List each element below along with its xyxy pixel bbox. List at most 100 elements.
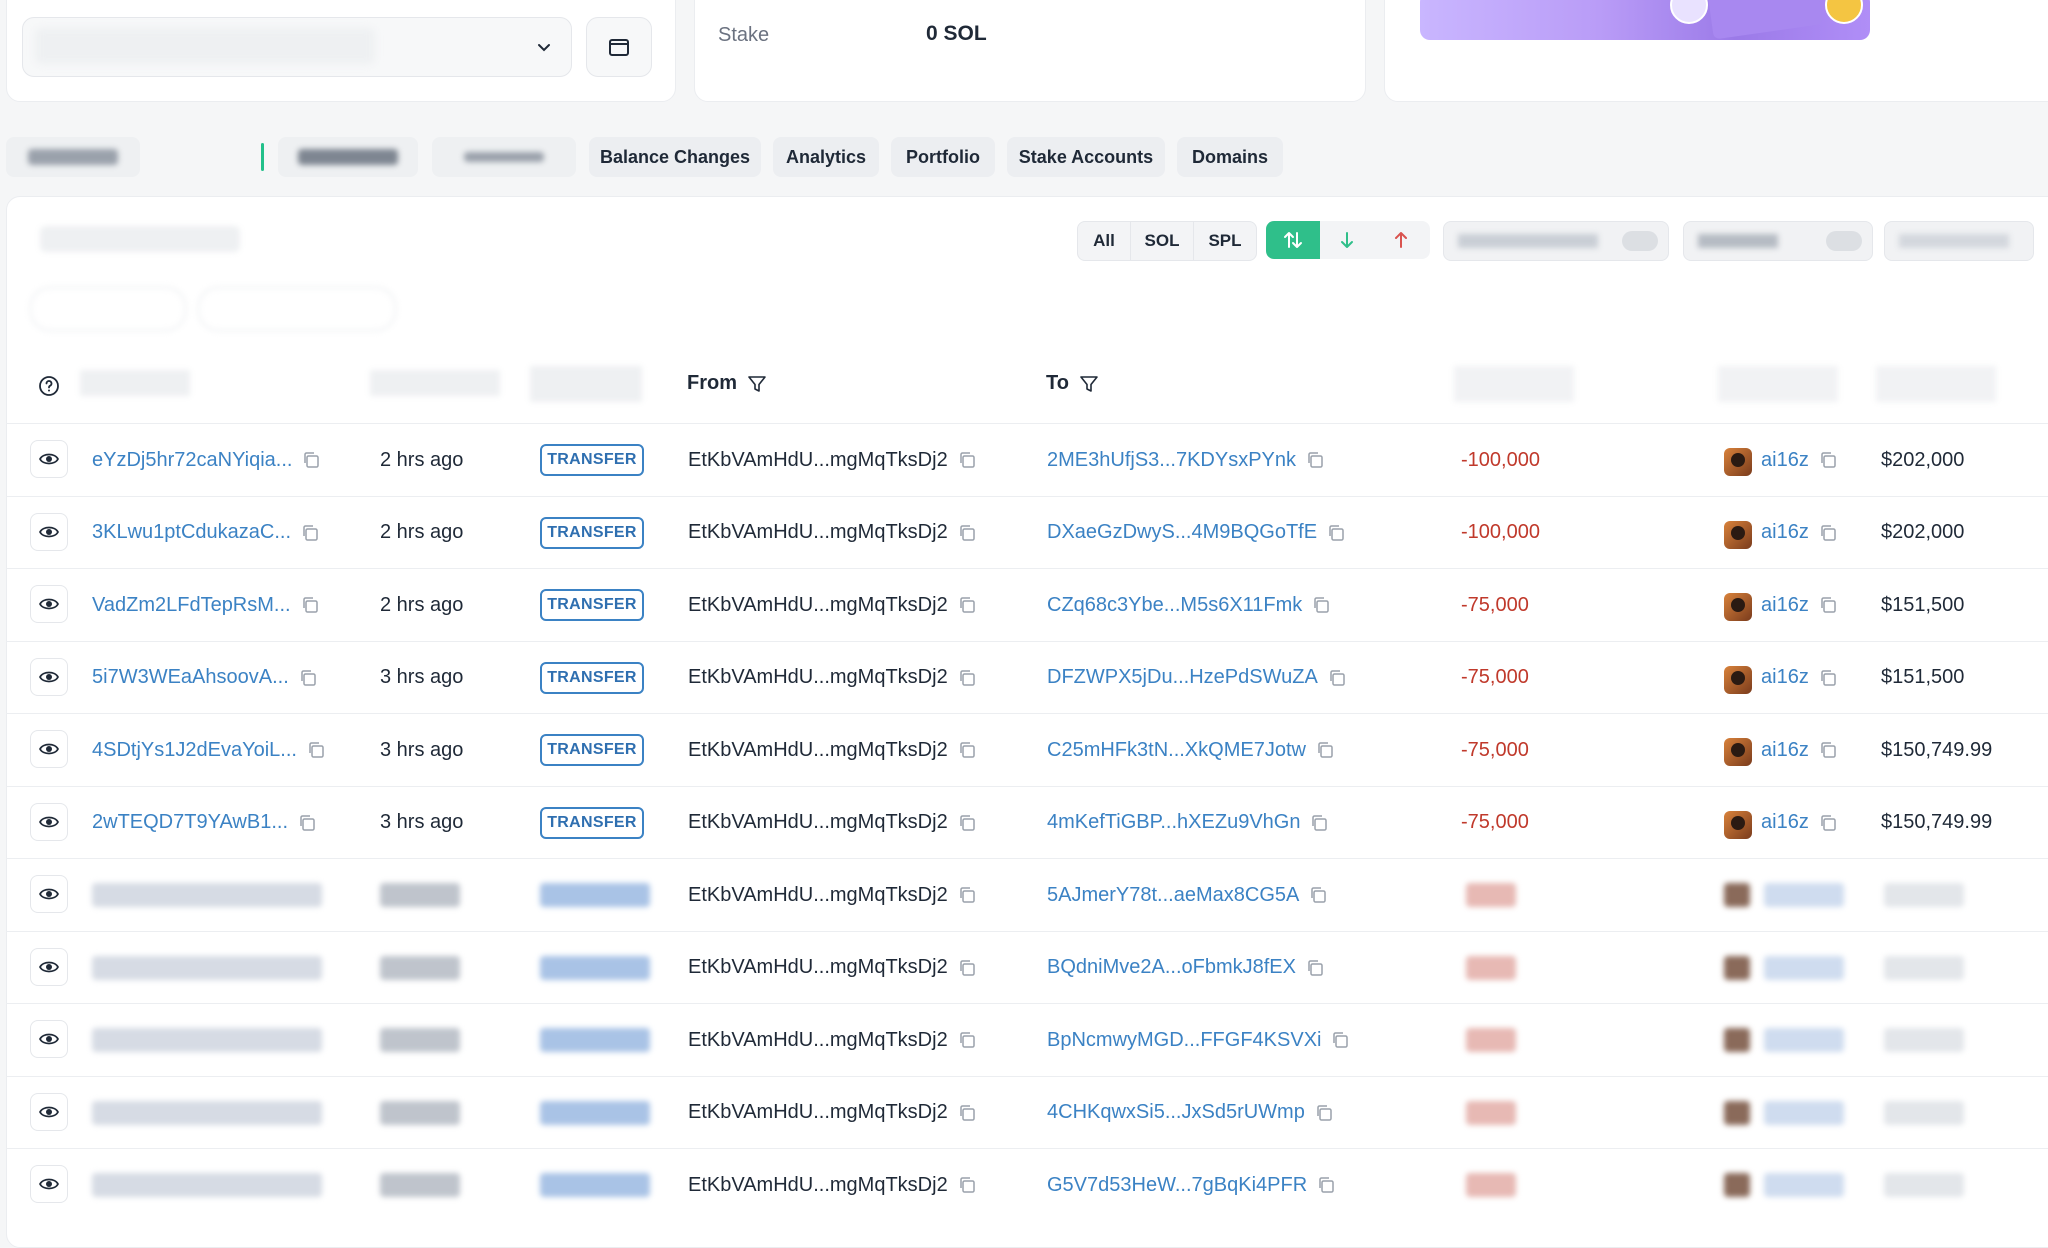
table-row[interactable]: EtKbVAmHdU...mgMqTksDj2 4CHKqwxSi5...JxSd… <box>6 1075 2048 1149</box>
from-address[interactable]: EtKbVAmHdU...mgMqTksDj2 <box>688 642 976 714</box>
copy-icon[interactable] <box>1327 524 1345 542</box>
token-link[interactable]: ai16z <box>1761 424 1837 496</box>
eye-icon[interactable] <box>30 1165 68 1203</box>
sort-both-icon[interactable] <box>1266 221 1320 259</box>
arrow-down-icon[interactable] <box>1320 221 1374 259</box>
help-icon[interactable] <box>38 375 60 402</box>
to-address-link[interactable]: BQdniMve2A...oFbmkJ8fEX <box>1047 932 1324 1004</box>
wallet-button[interactable] <box>586 17 652 77</box>
from-address[interactable]: EtKbVAmHdU...mgMqTksDj2 <box>688 787 976 859</box>
copy-icon[interactable] <box>307 741 325 759</box>
tab-blurred-3[interactable] <box>432 137 576 177</box>
to-address-link[interactable]: 4mKefTiGBP...hXEZu9VhGn <box>1047 787 1328 859</box>
table-row[interactable]: 2wTEQD7T9YAwB1... 3 hrs ago TRANSFER EtKbVA… <box>6 785 2048 859</box>
token-link[interactable]: ai16z <box>1761 714 1837 786</box>
copy-icon[interactable] <box>958 524 976 542</box>
eye-icon[interactable] <box>30 875 68 913</box>
table-row[interactable]: EtKbVAmHdU...mgMqTksDj2 BQdniMve2A...oFbm… <box>6 930 2048 1004</box>
copy-icon[interactable] <box>1306 451 1324 469</box>
filter-sol[interactable]: SOL <box>1131 222 1194 260</box>
from-address[interactable]: EtKbVAmHdU...mgMqTksDj2 <box>688 859 976 931</box>
table-row[interactable]: 4SDtjYs1J2dEvaYoiL... 3 hrs ago TRANSFER Et… <box>6 713 2048 786</box>
to-address-link[interactable]: DFZWPX5jDu...HzePdSWuZA <box>1047 642 1346 714</box>
eye-icon[interactable] <box>30 440 68 478</box>
to-address-link[interactable]: 2ME3hUfjS3...7KDYsxPYnk <box>1047 424 1324 496</box>
from-address[interactable]: EtKbVAmHdU...mgMqTksDj2 <box>688 714 976 786</box>
copy-icon[interactable] <box>298 814 316 832</box>
tab-blurred-1[interactable] <box>6 137 140 177</box>
eye-icon[interactable] <box>30 512 68 551</box>
to-address-link[interactable]: DXaeGzDwyS...4M9BQGoTfE <box>1047 497 1345 569</box>
signature-link[interactable]: VadZm2LFdTepRsM... <box>92 569 319 641</box>
table-row[interactable]: 3KLwu1ptCdukazaC... 2 hrs ago TRANSFER EtKb… <box>6 495 2048 569</box>
copy-icon[interactable] <box>1306 959 1324 977</box>
copy-icon[interactable] <box>1331 1031 1349 1049</box>
copy-icon[interactable] <box>1819 814 1837 832</box>
signature-link[interactable]: eYzDj5hr72caNYiqia... <box>92 424 320 496</box>
from-address[interactable]: EtKbVAmHdU...mgMqTksDj2 <box>688 1077 976 1149</box>
eye-icon[interactable] <box>30 802 68 841</box>
copy-icon[interactable] <box>1328 669 1346 687</box>
copy-icon[interactable] <box>1317 1176 1335 1194</box>
to-address-link[interactable]: CZq68c3Ybe...M5s6X11Fmk <box>1047 569 1330 641</box>
header-to[interactable]: To <box>1046 372 1099 395</box>
copy-icon[interactable] <box>958 1104 976 1122</box>
header-from[interactable]: From <box>687 372 767 395</box>
copy-icon[interactable] <box>301 596 319 614</box>
tab-balance-changes[interactable]: Balance Changes <box>589 137 761 177</box>
signature-link[interactable]: 2wTEQD7T9YAwB1... <box>92 787 316 859</box>
table-row[interactable]: EtKbVAmHdU...mgMqTksDj2 5AJmerY78t...aeMa… <box>6 858 2048 931</box>
copy-icon[interactable] <box>958 669 976 687</box>
from-address[interactable]: EtKbVAmHdU...mgMqTksDj2 <box>688 497 976 569</box>
copy-icon[interactable] <box>1312 596 1330 614</box>
copy-icon[interactable] <box>958 1176 976 1194</box>
table-row[interactable]: EtKbVAmHdU...mgMqTksDj2 G5V7d53HeW...7gBq… <box>6 1148 2048 1221</box>
token-link[interactable]: ai16z <box>1761 787 1837 859</box>
toggle-filter-1[interactable] <box>1443 221 1669 261</box>
eye-icon[interactable] <box>30 1092 68 1131</box>
filter-icon[interactable] <box>1079 374 1099 394</box>
copy-icon[interactable] <box>958 1031 976 1049</box>
copy-icon[interactable] <box>1819 741 1837 759</box>
token-link[interactable]: ai16z <box>1761 497 1837 569</box>
signature-link[interactable]: 5i7W3WEaAhsoovA... <box>92 642 317 714</box>
tab-stake-accounts[interactable]: Stake Accounts <box>1007 137 1165 177</box>
table-row[interactable]: VadZm2LFdTepRsM... 2 hrs ago TRANSFER EtKbV… <box>6 568 2048 641</box>
from-address[interactable]: EtKbVAmHdU...mgMqTksDj2 <box>688 424 976 496</box>
filter-all[interactable]: All <box>1078 222 1131 260</box>
copy-icon[interactable] <box>1316 741 1334 759</box>
table-row[interactable]: EtKbVAmHdU...mgMqTksDj2 BpNcmwyMGD...FFGF… <box>6 1003 2048 1076</box>
table-row[interactable]: eYzDj5hr72caNYiqia... 2 hrs ago TRANSFER Et… <box>6 423 2048 496</box>
table-row[interactable]: 5i7W3WEaAhsoovA... 3 hrs ago TRANSFER EtKbV… <box>6 640 2048 714</box>
eye-icon[interactable] <box>30 657 68 696</box>
copy-icon[interactable] <box>301 524 319 542</box>
signature-link[interactable]: 3KLwu1ptCdukazaC... <box>92 497 319 569</box>
copy-icon[interactable] <box>1819 451 1837 469</box>
copy-icon[interactable] <box>958 741 976 759</box>
eye-icon[interactable] <box>30 730 68 768</box>
filter-spl[interactable]: SPL <box>1194 222 1256 260</box>
copy-icon[interactable] <box>958 886 976 904</box>
token-link[interactable]: ai16z <box>1761 569 1837 641</box>
toggle-filter-3[interactable] <box>1884 221 2034 261</box>
filter-chip-2[interactable] <box>198 287 396 331</box>
tab-domains[interactable]: Domains <box>1177 137 1283 177</box>
toggle-filter-2[interactable] <box>1683 221 1873 261</box>
to-address-link[interactable]: 4CHKqwxSi5...JxSd5rUWmp <box>1047 1077 1333 1149</box>
to-address-link[interactable]: C25mHFk3tN...XkQME7Jotw <box>1047 714 1334 786</box>
from-address[interactable]: EtKbVAmHdU...mgMqTksDj2 <box>688 932 976 1004</box>
signature-link[interactable]: 4SDtjYs1J2dEvaYoiL... <box>92 714 325 786</box>
arrow-up-icon[interactable] <box>1374 221 1428 259</box>
copy-icon[interactable] <box>958 451 976 469</box>
from-address[interactable]: EtKbVAmHdU...mgMqTksDj2 <box>688 1149 976 1221</box>
promo-banner[interactable] <box>1420 0 1870 40</box>
wallet-select[interactable] <box>22 17 572 77</box>
to-address-link[interactable]: BpNcmwyMGD...FFGF4KSVXi <box>1047 1004 1349 1076</box>
copy-icon[interactable] <box>1819 524 1837 542</box>
to-address-link[interactable]: G5V7d53HeW...7gBqKi4PFR <box>1047 1149 1335 1221</box>
filter-chip-1[interactable] <box>30 287 186 331</box>
tab-analytics[interactable]: Analytics <box>773 137 879 177</box>
token-link[interactable]: ai16z <box>1761 642 1837 714</box>
copy-icon[interactable] <box>302 451 320 469</box>
copy-icon[interactable] <box>958 959 976 977</box>
